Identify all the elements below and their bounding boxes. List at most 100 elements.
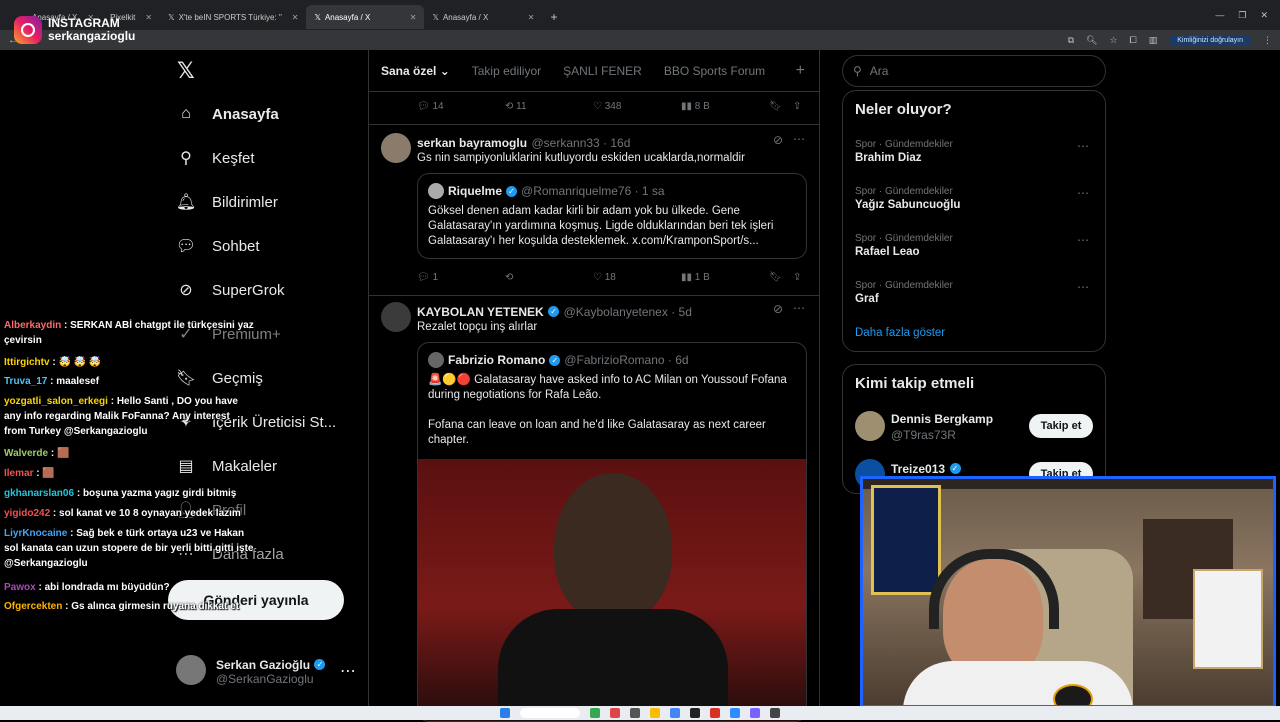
follow-name: Treize013 bbox=[891, 462, 946, 476]
search-icon: ⚲ bbox=[853, 64, 862, 78]
trend-item[interactable]: Spor · Gündemdekiler Brahim Diaz ⋯ bbox=[855, 139, 1095, 175]
nav-label: Sohbet bbox=[212, 237, 260, 255]
quote-text: Göksel denen adam kadar kirli bir adam y… bbox=[428, 205, 774, 247]
new-tab-button[interactable]: + bbox=[542, 5, 565, 29]
share-button[interactable]: ⇪ bbox=[793, 272, 801, 283]
grok-icon[interactable]: ⊘ bbox=[773, 133, 783, 147]
player-photo[interactable] bbox=[418, 459, 806, 721]
close-window-icon[interactable]: ✕ bbox=[1260, 10, 1268, 21]
add-tab-icon[interactable]: + bbox=[796, 62, 805, 80]
tab-sanli-fener[interactable]: ŞANLI FENER bbox=[563, 64, 642, 78]
close-icon[interactable]: ✕ bbox=[145, 13, 152, 22]
more-icon[interactable]: ⋯ bbox=[1077, 139, 1089, 153]
account-handle: @SerkanGazioglu bbox=[216, 672, 314, 686]
browser-tab[interactable]: 𝕏 Anasayfa / X ✕ bbox=[424, 5, 542, 29]
search-input[interactable]: ⚲ Ara bbox=[842, 55, 1106, 87]
app-icon[interactable] bbox=[630, 708, 640, 718]
x-logo-icon[interactable]: 𝕏 bbox=[177, 58, 195, 84]
search-icon: ⚲ bbox=[180, 150, 192, 167]
sidebar-icon[interactable]: ▥ bbox=[1149, 35, 1158, 46]
menu-icon[interactable]: ⋮ bbox=[1263, 35, 1272, 46]
extensions-icon[interactable]: ⧠ bbox=[1130, 35, 1137, 46]
account-name: Serkan Gazioğlu bbox=[216, 658, 311, 672]
app-icon[interactable] bbox=[750, 708, 760, 718]
chat-username: Walverde bbox=[4, 448, 49, 459]
retweet-button[interactable]: ⟲ bbox=[505, 272, 593, 283]
chat-text: 🤯 🤯 🤯 bbox=[58, 357, 102, 368]
grok-icon: ⊘ bbox=[179, 282, 193, 299]
like-button[interactable]: ♡ 18 bbox=[593, 272, 681, 283]
tab-for-you[interactable]: Sana özel ⌄ bbox=[381, 64, 450, 78]
more-icon[interactable]: ⋯ bbox=[1077, 186, 1089, 200]
zoom-icon[interactable]: 🔍︎ bbox=[1086, 35, 1097, 46]
views-button[interactable]: ▮▮ 8 B bbox=[681, 101, 769, 112]
more-icon[interactable]: ⋯ bbox=[340, 661, 356, 681]
follow-suggestion[interactable]: Dennis Bergkamp @T9ras73R Takip et bbox=[855, 409, 1095, 443]
trend-item[interactable]: Spor · Gündemdekiler Yağız Sabuncuoğlu ⋯ bbox=[855, 186, 1095, 222]
tweet[interactable]: serkan bayramoglu @serkann33 · 16d ⊘ ⋯ G… bbox=[369, 124, 819, 296]
more-icon[interactable]: ⋯ bbox=[1077, 233, 1089, 247]
follow-handle: @T9ras73R bbox=[891, 428, 956, 442]
more-icon[interactable]: ⋯ bbox=[793, 301, 805, 315]
like-button[interactable]: ♡ 348 bbox=[593, 101, 681, 112]
bookmark-button[interactable]: 🔖︎ bbox=[769, 101, 793, 112]
identity-button[interactable]: Kimliğinizi doğrulayın bbox=[1169, 34, 1251, 46]
chat-username: Pawox bbox=[4, 582, 36, 593]
tweet[interactable]: KAYBOLAN YETENEK ✓ @Kaybolanyetenex · 5d… bbox=[369, 296, 819, 722]
browser-tab[interactable]: 𝕏 X'te beIN SPORTS Türkiye: " ✕ bbox=[160, 5, 306, 29]
tweet-author: KAYBOLAN YETENEK bbox=[417, 305, 544, 319]
more-icon[interactable]: ⋯ bbox=[1077, 280, 1089, 294]
retweet-button[interactable]: ⟲ 11 bbox=[505, 101, 593, 112]
nav-explore[interactable]: ⚲ Keşfet bbox=[176, 148, 254, 168]
app-icon[interactable] bbox=[730, 708, 740, 718]
nav-notifications[interactable]: 🔔︎ Bildirimler bbox=[176, 192, 278, 212]
chat-username: Ilemar bbox=[4, 468, 34, 479]
tab-following[interactable]: Takip ediliyor bbox=[472, 64, 541, 78]
quoted-tweet[interactable]: Fabrizio Romano ✓ @FabrizioRomano · 6d 🚨… bbox=[417, 342, 807, 722]
follow-button[interactable]: Takip et bbox=[1029, 414, 1093, 438]
views-button[interactable]: ▮▮ 1 B bbox=[681, 272, 769, 283]
maximize-icon[interactable]: ❐ bbox=[1238, 10, 1246, 21]
app-icon[interactable] bbox=[690, 708, 700, 718]
taskbar-search[interactable] bbox=[520, 708, 580, 718]
instagram-label: INSTAGRAM bbox=[48, 16, 120, 30]
bookmark-button[interactable]: 🔖︎ bbox=[769, 272, 793, 283]
avatar bbox=[428, 352, 444, 368]
translate-icon[interactable]: ⧉ bbox=[1068, 35, 1074, 46]
chat-username: Alberkaydin bbox=[4, 320, 62, 331]
nav-chat[interactable]: 💬︎ Sohbet bbox=[176, 236, 260, 256]
app-icon[interactable] bbox=[770, 708, 780, 718]
instagram-username: serkangazioglu bbox=[48, 29, 136, 43]
start-icon[interactable] bbox=[500, 708, 510, 718]
show-more-link[interactable]: Daha fazla göster bbox=[855, 327, 945, 339]
tweet-text: Gs nin sampiyonluklarini kutluyordu eski… bbox=[417, 152, 745, 164]
nav-supergrok[interactable]: ⊘ SuperGrok bbox=[176, 280, 284, 300]
trend-item[interactable]: Spor · Gündemdekiler Graf ⋯ bbox=[855, 280, 1095, 316]
grok-icon[interactable]: ⊘ bbox=[773, 302, 783, 316]
chrome-icon[interactable] bbox=[650, 708, 660, 718]
more-icon[interactable]: ⋯ bbox=[793, 132, 805, 146]
app-icon[interactable] bbox=[710, 708, 720, 718]
app-icon[interactable] bbox=[590, 708, 600, 718]
close-icon[interactable]: ✕ bbox=[292, 13, 299, 22]
close-icon[interactable]: ✕ bbox=[528, 13, 535, 22]
account-switcher[interactable]: Serkan Gazioğlu ✓ @SerkanGazioglu ⋯ bbox=[176, 655, 361, 687]
browser-toolbar: ← ⧉ 🔍︎ ☆ ⧠ ▥ Kimliğinizi doğrulayın ⋮ bbox=[0, 30, 1280, 50]
browser-tab-active[interactable]: 𝕏 Anasayfa / X ✕ bbox=[306, 5, 425, 29]
bookmark-star-icon[interactable]: ☆ bbox=[1109, 35, 1117, 46]
reply-button[interactable]: 💬︎ 1 bbox=[417, 272, 505, 283]
tab-title: Anasayfa / X bbox=[442, 12, 489, 22]
nav-home[interactable]: ⌂ Anasayfa bbox=[176, 104, 279, 124]
quoted-tweet[interactable]: Riquelme ✓ @Romanriquelme76 · 1 sa Gökse… bbox=[417, 173, 807, 259]
app-icon[interactable] bbox=[670, 708, 680, 718]
reply-button[interactable]: 💬︎ 14 bbox=[417, 101, 505, 112]
trend-category: Spor · Gündemdekiler bbox=[855, 186, 953, 197]
tab-title: Anasayfa / X bbox=[324, 12, 371, 22]
trend-name: Graf bbox=[855, 293, 879, 305]
tab-bbo-sports[interactable]: BBO Sports Forum bbox=[664, 64, 765, 78]
trend-item[interactable]: Spor · Gündemdekiler Rafael Leao ⋯ bbox=[855, 233, 1095, 269]
share-button[interactable]: ⇪ bbox=[793, 101, 801, 112]
close-icon[interactable]: ✕ bbox=[410, 13, 417, 22]
minimize-icon[interactable]: — bbox=[1215, 10, 1224, 21]
app-icon[interactable] bbox=[610, 708, 620, 718]
